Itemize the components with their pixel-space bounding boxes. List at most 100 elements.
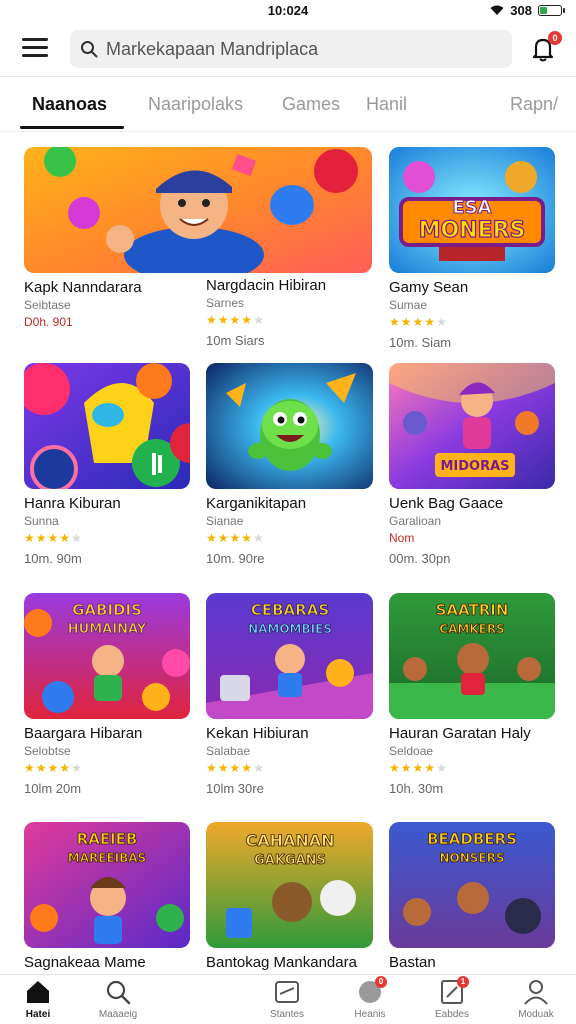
app-card[interactable]: SAATRIN CAMKERS Hauran Garatan Haly Seld…	[389, 593, 555, 796]
star-filled-icon: ★	[412, 315, 425, 329]
star-empty-icon: ★	[436, 761, 448, 775]
app-card[interactable]: MIDORAS Uenk Bag Gaace Garalioan Nom 00m…	[389, 363, 555, 566]
search-icon	[81, 41, 98, 58]
star-empty-icon: ★	[253, 313, 265, 327]
app-card[interactable]: ESA MONERS Gamy Sean Sumae ★★★★★ 10m. Si…	[389, 147, 555, 350]
status-bar: 10:024 308	[0, 0, 576, 22]
thumbnail-text: GAKGANS	[254, 853, 326, 868]
notifications-button[interactable]: 0	[528, 31, 562, 64]
star-filled-icon: ★	[412, 761, 425, 775]
app-title: Hauran Garatan Haly	[389, 725, 531, 742]
rating-stars: ★★★★★	[389, 761, 555, 775]
star-filled-icon: ★	[35, 531, 48, 545]
star-filled-icon: ★	[424, 315, 437, 329]
thumbnail-text: MIDORAS	[440, 459, 509, 474]
app-thumbnail	[206, 363, 373, 489]
app-card[interactable]: BEADBERS NONSERS Bastan	[389, 822, 555, 971]
app-thumbnail: RAEIEB MAREEIBAS	[24, 822, 190, 948]
app-thumbnail: ESA MONERS	[389, 147, 555, 273]
thumbnail-text: HUMAINAY	[68, 622, 147, 637]
rating-stars: ★★★★★	[24, 531, 190, 545]
app-title: Baargara Hibaran	[24, 725, 143, 742]
app-card[interactable]: Nargdacin Hibiran Sarnes ★★★★★ 10m Siars	[206, 272, 374, 348]
menu-icon[interactable]	[22, 38, 48, 58]
star-filled-icon: ★	[47, 531, 60, 545]
star-filled-icon: ★	[217, 531, 230, 545]
nav-books[interactable]: 1 Eabdes	[420, 976, 484, 1020]
app-card[interactable]: Hanra Kiburan Sunna ★★★★★ 10m. 90m	[24, 363, 190, 566]
profile-icon	[523, 979, 549, 1005]
rating-stars: ★★★★★	[24, 761, 190, 775]
home-icon	[25, 979, 51, 1005]
star-filled-icon: ★	[241, 313, 254, 327]
star-filled-icon: ★	[229, 531, 242, 545]
star-filled-icon: ★	[206, 531, 218, 545]
nav-label: Heanis	[354, 1009, 386, 1020]
thumbnail-text: CEBARAS	[251, 601, 329, 619]
search-input[interactable]	[106, 38, 506, 60]
games-icon	[274, 979, 300, 1005]
thumbnail-text: CAHANAN	[245, 831, 334, 850]
thumbnail-text: RAEIEB	[77, 830, 138, 848]
tab-2[interactable]: Games	[282, 94, 340, 115]
search-bar[interactable]	[70, 30, 512, 68]
app-card[interactable]: CEBARAS NAMOMBIES Kekan Hibiuran Salabae…	[206, 593, 373, 796]
nav-apps[interactable]: 0 Heanis	[338, 976, 402, 1020]
category-tabs: Naanoas Naaripolaks Games Hanil Rapn/	[0, 88, 576, 132]
app-subtitle: Salabae	[206, 744, 251, 758]
app-card[interactable]: CAHANAN GAKGANS Bantokag Mankandara	[206, 822, 373, 971]
thumbnail-text: CAMKERS	[439, 622, 504, 636]
nav-badge: 1	[457, 976, 469, 988]
app-subtitle: Sarnes	[206, 296, 245, 310]
star-filled-icon: ★	[241, 531, 254, 545]
nav-home[interactable]: Hatei	[6, 979, 70, 1020]
nav-games[interactable]: Stantes	[255, 979, 319, 1020]
app-subtitle: Seldoae	[389, 744, 434, 758]
star-filled-icon: ★	[217, 313, 230, 327]
app-subtitle: Sunna	[24, 514, 59, 528]
nav-search[interactable]: Maaaeig	[86, 979, 150, 1020]
star-filled-icon: ★	[206, 761, 218, 775]
tab-0[interactable]: Naanoas	[32, 94, 107, 115]
app-thumbnail: GABIDIS HUMAINAY	[24, 593, 190, 719]
app-meta: 10m. Siam	[389, 335, 452, 350]
app-subtitle: Selobtse	[24, 744, 71, 758]
app-card[interactable]: GABIDIS HUMAINAY Baargara Hibaran Selobt…	[24, 593, 190, 796]
thumbnail-text: GABIDIS	[72, 601, 142, 619]
nav-label: Maaaeig	[98, 1009, 138, 1020]
star-empty-icon: ★	[71, 761, 83, 775]
thumbnail-text: BEADBERS	[427, 830, 517, 848]
battery-icon	[538, 5, 565, 16]
app-meta: 10m. 90re	[206, 551, 265, 566]
wifi-icon	[490, 5, 504, 15]
thumbnail-text: MAREEIBAS	[68, 851, 146, 865]
tab-3[interactable]: Hanil	[366, 94, 407, 115]
nav-profile[interactable]: Moduak	[504, 979, 568, 1020]
star-filled-icon: ★	[389, 761, 401, 775]
app-meta: 10lm 20m	[24, 781, 82, 796]
app-title: Bastan	[389, 954, 436, 971]
active-tab-indicator	[20, 126, 124, 129]
rating-stars: ★★★★★	[389, 315, 555, 329]
thumbnail-text: NAMOMBIES	[248, 622, 332, 636]
thumbnail-text: SAATRIN	[436, 601, 509, 619]
star-filled-icon: ★	[217, 761, 230, 775]
app-thumbnail: CEBARAS NAMOMBIES	[206, 593, 373, 719]
star-filled-icon: ★	[229, 313, 242, 327]
battery-level: 308	[510, 3, 532, 18]
star-filled-icon: ★	[47, 761, 60, 775]
rating-stars: ★★★★★	[206, 531, 373, 545]
tab-1[interactable]: Naaripolaks	[148, 94, 243, 115]
nav-label: Stantes	[270, 1009, 304, 1020]
star-filled-icon: ★	[24, 761, 36, 775]
app-meta: 00m. 30pn	[389, 551, 451, 566]
notification-badge: 0	[548, 31, 562, 45]
tab-4[interactable]: Rapn/	[510, 94, 558, 115]
app-subtitle: Garalioan	[389, 514, 442, 528]
star-filled-icon: ★	[389, 315, 401, 329]
app-thumbnail	[24, 147, 372, 273]
app-card[interactable]: RAEIEB MAREEIBAS Sagnakeaa Mame	[24, 822, 190, 971]
app-card[interactable]: Karganikitapan Sianae ★★★★★ 10m. 90re	[206, 363, 373, 566]
app-thumbnail: BEADBERS NONSERS	[389, 822, 555, 948]
app-title: Gamy Sean	[389, 279, 469, 296]
